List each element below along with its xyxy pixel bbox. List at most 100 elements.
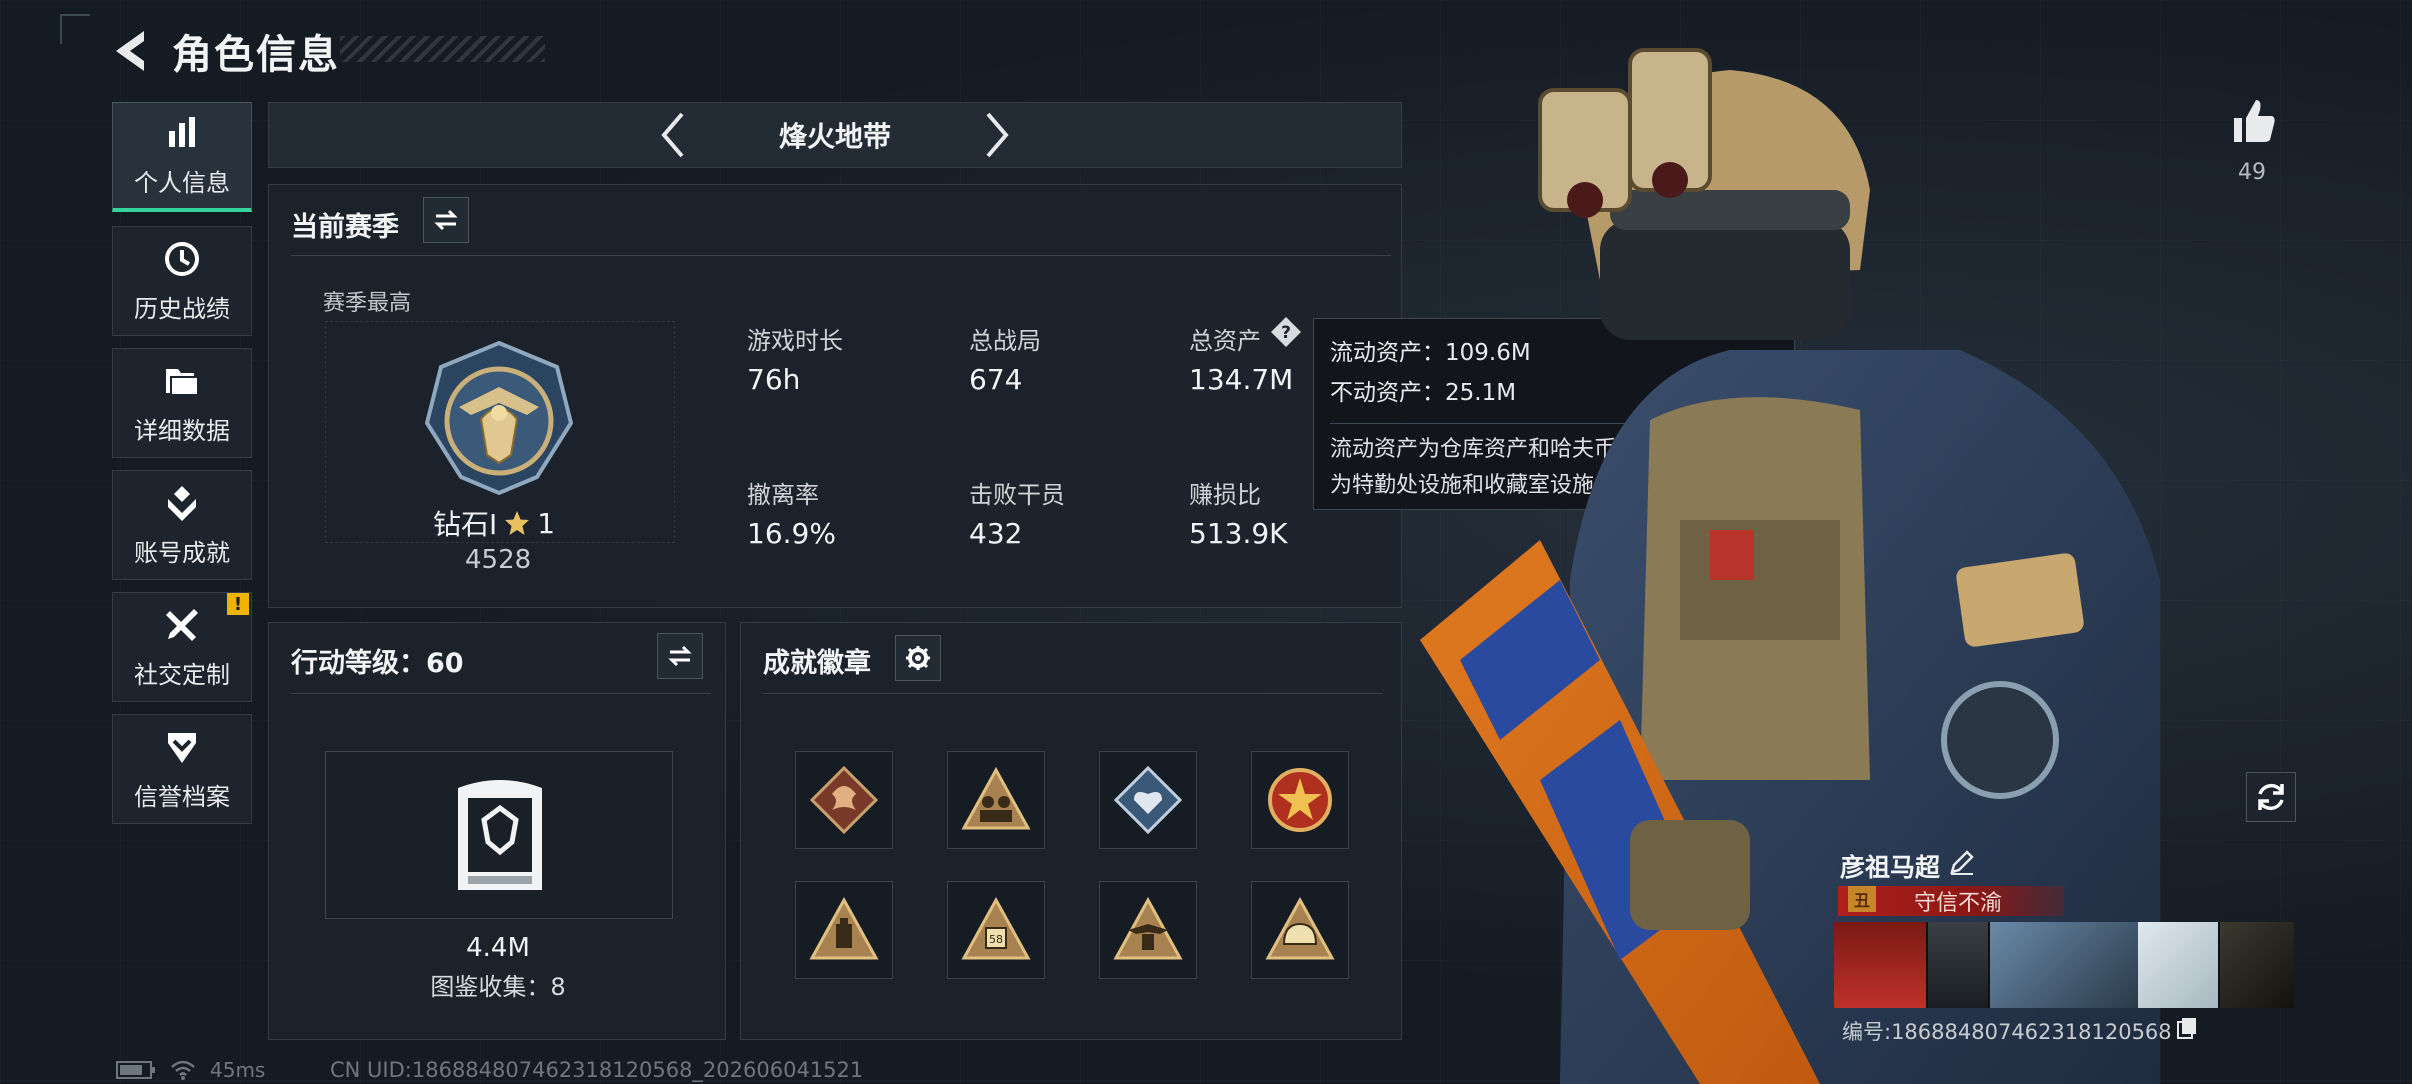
corner-mark [60,14,90,44]
mode-selector: 烽火地带 [268,102,1402,168]
season-switch-button[interactable] [423,197,469,243]
divider [291,693,711,694]
mode-title: 烽火地带 [778,120,891,153]
collection-count: 图鉴收集：8 [430,973,566,1001]
ping-value: 45ms [210,1058,266,1082]
wifi-icon [171,1060,195,1080]
diamond-rank-emblem-icon [424,340,574,496]
notification-badge: ! [227,593,249,615]
gear-icon [906,646,930,670]
reputation-bar: 丑 守信不渝 [1838,886,2064,916]
page-header: 角色信息 [110,22,340,80]
card-thumbnail [2218,922,2294,1008]
nav-label: 个人信息 [134,169,230,197]
chevron-right-icon[interactable] [980,110,1014,160]
edit-pencil-icon[interactable] [1948,848,1976,876]
account-uid: CN UID:1868848074623181205​68_2026060415… [330,1058,864,1082]
chevron-left-icon[interactable] [656,110,690,160]
svg-text:58: 58 [989,933,1003,946]
nav-label: 历史战绩 [134,294,230,323]
battery-icon [116,1061,155,1079]
dragon-badge-icon [809,765,879,835]
nav-item-detailed-data[interactable]: 详细数据 [112,348,252,458]
rank-name: 钻石Ⅰ 1 [433,503,555,543]
level-panel: 行动等级：60 4.4M 图鉴收集：8 [268,622,726,1040]
nav-item-match-history[interactable]: 历史战绩 [112,226,252,336]
reputation-text: 守信不渝 [1914,891,2003,916]
bar-chart-icon [169,117,195,147]
page-title: 角色信息 [172,32,340,78]
card-thumbnail [2138,922,2218,1008]
divider [291,255,1391,256]
rank-score: 4528 [465,545,532,575]
shield-chevron-icon [168,732,196,763]
dragon-badge[interactable] [795,751,893,849]
stat-label: 总战局 [969,327,1041,355]
help-question-icon[interactable]: ? [1269,315,1303,349]
thumbs-up-icon[interactable] [2228,96,2278,146]
soldiers-badge-icon [961,766,1031,830]
season-panel: 当前赛季 赛季最高 钻石Ⅰ 1 4528 游戏时长 76h 总战局 674 总资… [268,184,1402,608]
stat-label: 撤离率 [747,481,819,509]
history-clock-icon [165,241,199,276]
avatar [1834,922,1926,1008]
nav-item-reputation[interactable]: 信誉档案 [112,714,252,824]
lantern-badge-icon [809,896,879,960]
nav-label: 详细数据 [134,416,230,445]
player-card-strip[interactable] [1834,922,2294,1008]
nav-item-personal-info[interactable]: 个人信息 [112,102,252,212]
player-name: 彦祖马超 [1840,853,1941,882]
stat-label: 击败干员 [969,481,1065,509]
nav-item-social-custom[interactable]: 社交定制 ! [112,592,252,702]
season-title: 当前赛季 [291,212,399,243]
badges-settings-button[interactable] [895,635,941,681]
stat-value: 674 [969,363,1023,396]
rank-tier: 钻石Ⅰ [433,508,498,541]
star-emblem-badge-icon [1268,768,1332,832]
level-switch-button[interactable] [657,633,703,679]
helmet-badge[interactable] [1251,881,1349,979]
like-count: 49 [2238,160,2266,185]
back-arrow-icon[interactable] [110,27,150,75]
star-emblem-badge[interactable] [1251,751,1349,849]
season-best-label: 赛季最高 [323,291,412,316]
collection-cabinet-icon [458,780,542,890]
badges-panel: 成就徽章 58 [740,622,1402,1040]
star-icon [505,511,530,535]
lantern-badge[interactable] [795,881,893,979]
stat-value: 16.9% [747,517,836,550]
copy-icon[interactable] [2176,1016,2198,1040]
stat-label: 游戏时长 [747,327,843,355]
stat-value: 76h [747,363,801,396]
level-card[interactable] [325,751,673,919]
reputation-emblem-icon: 丑 [1848,886,1876,912]
rank-stars: 1 [537,506,556,540]
refresh-icon [2258,783,2284,811]
nav-label: 账号成就 [134,538,230,567]
swap-arrows-icon [668,645,692,667]
achievement-icon [168,485,196,521]
badges-title: 成就徽章 [763,648,871,679]
status-bar: 45ms [116,1058,265,1082]
nav-label: 社交定制 [134,660,230,689]
eagle-badge-icon [1113,896,1183,960]
swap-arrows-icon [434,209,458,231]
tools-icon [166,608,198,641]
number-badge[interactable]: 58 [947,881,1045,979]
stat-label: 赚损比 [1189,481,1261,509]
nav-item-achievements[interactable]: 账号成就 [112,470,252,580]
nav-label: 信誉档案 [134,782,230,811]
helmet-badge-icon [1265,896,1335,960]
title-decoration [340,36,545,62]
soldiers-badge[interactable] [947,751,1045,849]
number-badge-icon: 58 [961,896,1031,960]
folder-icon [166,368,199,396]
card-thumbnail [1988,922,2138,1008]
player-id: 编号:1868848074623181205​68 [1842,1020,2172,1044]
diamond-heart-badge[interactable] [1099,751,1197,849]
diamond-heart-badge-icon [1113,765,1183,835]
level-title: 行动等级：60 [291,648,464,679]
eagle-badge[interactable] [1099,881,1197,979]
refresh-button[interactable] [2246,772,2296,822]
stat-value: 134.7M [1189,363,1294,396]
